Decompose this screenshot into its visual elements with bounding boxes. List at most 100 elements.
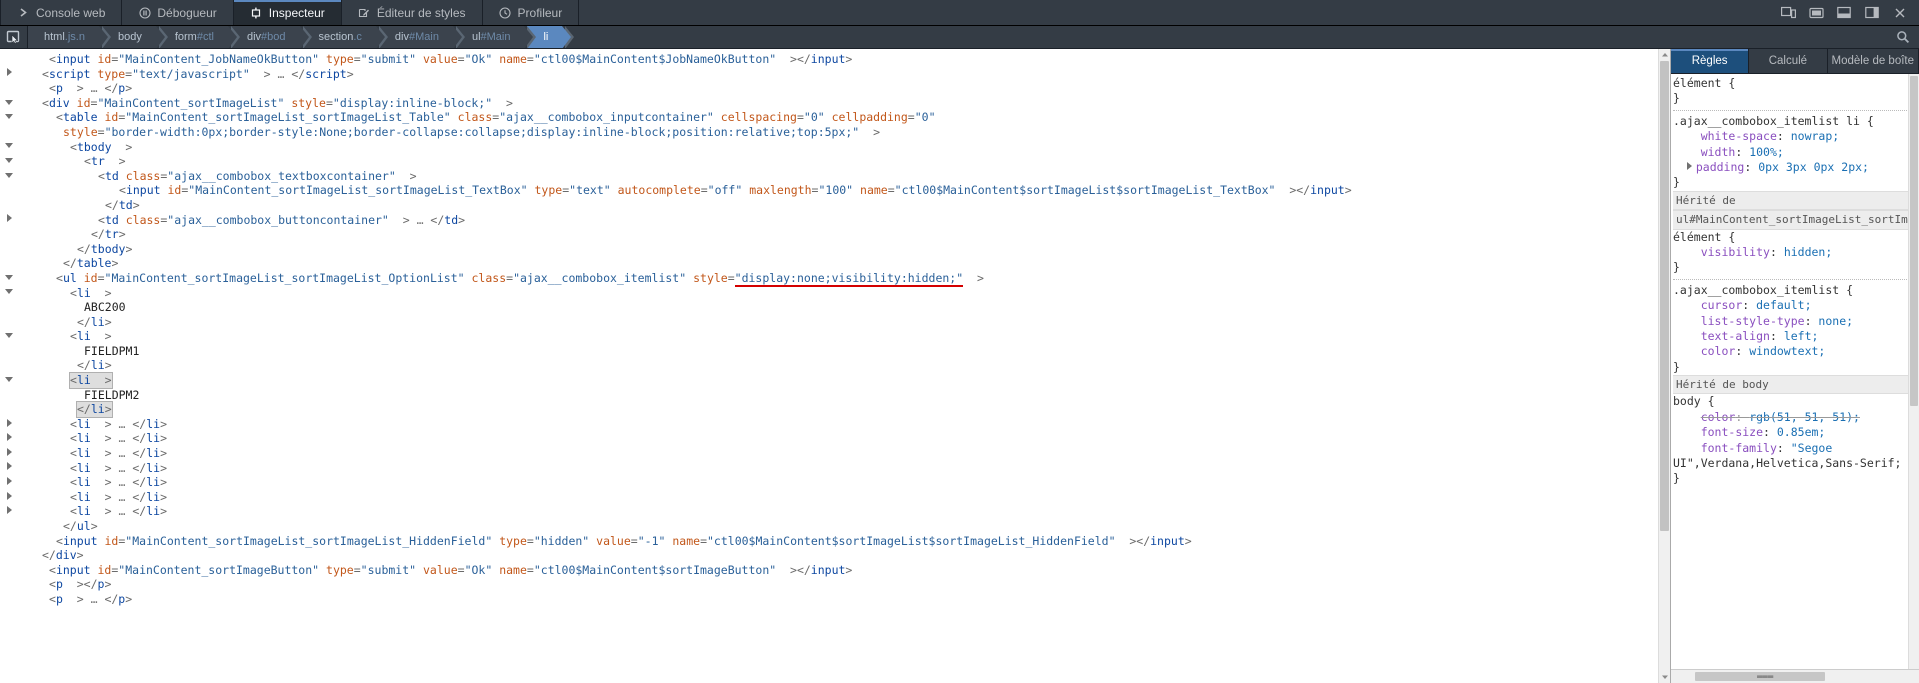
markup-line[interactable]: <input id="MainContent_sortImageButton" …	[0, 563, 1670, 578]
markup-line[interactable]: <li > … </li>	[0, 446, 1670, 461]
markup-line[interactable]: <li > … </li>	[0, 490, 1670, 505]
rules-view[interactable]: élément {} .ajax__combobox_itemlist li { …	[1671, 74, 1919, 669]
css-declaration[interactable]: color: rgb(51, 51, 51);	[1673, 410, 1919, 425]
split-console-icon[interactable]	[1831, 2, 1857, 24]
breadcrumb-item-html[interactable]: html .js.n	[28, 26, 111, 48]
twisty-expand-icon[interactable]	[4, 462, 14, 473]
scroll-down-arrow[interactable]	[1659, 671, 1670, 683]
breadcrumb-item-form[interactable]: form #ctl	[158, 26, 241, 48]
markup-line[interactable]: <li > … </li>	[0, 475, 1670, 490]
breadcrumb-item-ul-main[interactable]: ul #Main	[455, 26, 536, 48]
twisty-collapse-icon[interactable]	[4, 288, 14, 297]
markup-line[interactable]: <table id = "MainContent_sortImageList_sor…	[0, 110, 1670, 125]
search-icon[interactable]	[1891, 27, 1915, 47]
node-picker-icon[interactable]	[0, 26, 28, 48]
markup-vertical-scrollbar[interactable]	[1658, 49, 1670, 683]
breadcrumb-item-div-body[interactable]: div #bod	[230, 26, 311, 48]
markup-line[interactable]: <div id = "MainContent_sortImageList" styl…	[0, 96, 1670, 111]
markup-line[interactable]: </ul>	[0, 519, 1670, 534]
markup-line[interactable]: <tbody >	[0, 140, 1670, 155]
breadcrumb-item-section[interactable]: section .c	[302, 26, 389, 48]
rules-horizontal-scrollbar[interactable]: ▬▬▬	[1671, 669, 1919, 683]
markup-line[interactable]: <td class="ajax__combobox_buttoncontaine…	[0, 213, 1670, 228]
twisty-expand-icon[interactable]	[4, 447, 14, 459]
twisty-expand-icon[interactable]	[4, 506, 14, 517]
token-tag: p	[55, 577, 63, 592]
css-declaration[interactable]: padding: 0px 3px 0px 2px;	[1673, 160, 1919, 175]
tab-debogueur[interactable]: Débogueur	[122, 0, 234, 25]
tab-console-web[interactable]: Console web	[0, 0, 123, 25]
css-declaration[interactable]: cursor: default;	[1673, 298, 1919, 313]
markup-line[interactable]: </td>	[0, 198, 1670, 213]
markup-view[interactable]: <input id="MainContent_JobNameOkButton" …	[0, 49, 1670, 683]
markup-line[interactable]: </table>	[0, 256, 1670, 271]
rules-vertical-scrollbar[interactable]	[1908, 74, 1919, 669]
tab-modele-de-boite[interactable]: Modèle de boîte	[1828, 49, 1919, 73]
css-declaration[interactable]: white-space: nowrap;	[1673, 129, 1919, 144]
css-declaration[interactable]: font-family: "Segoe	[1673, 441, 1919, 456]
css-declaration[interactable]: width: 100%;	[1673, 145, 1919, 160]
markup-line[interactable]: <p ></p>	[0, 577, 1670, 592]
markup-line[interactable]: </li>	[0, 358, 1670, 373]
markup-line[interactable]: <li > … </li>	[0, 431, 1670, 446]
close-icon[interactable]	[1887, 2, 1913, 24]
markup-line[interactable]: <tr >	[0, 154, 1670, 169]
twisty-expand-icon[interactable]	[4, 491, 14, 503]
markup-line[interactable]: <li > … </li>	[0, 504, 1670, 519]
tab-inspecteur[interactable]: Inspecteur	[233, 0, 342, 25]
markup-line[interactable]: <ul id="MainContent_sortImageList_sortIm…	[0, 271, 1670, 286]
markup-line[interactable]: <p > … </p>	[0, 81, 1670, 96]
markup-line[interactable]: </tr>	[0, 227, 1670, 242]
markup-line[interactable]: <li > … </li>	[0, 417, 1670, 432]
twisty-collapse-icon[interactable]	[4, 113, 14, 122]
stopwatch-icon	[499, 6, 512, 19]
markup-line[interactable]: <li >	[0, 372, 1670, 389]
css-declaration[interactable]: list-style-type: none;	[1673, 314, 1919, 329]
dock-options-icon[interactable]	[1859, 2, 1885, 24]
tab-calcule[interactable]: Calculé	[1749, 49, 1828, 73]
markup-line[interactable]: <input id="MainContent_sortImageList_sor…	[0, 534, 1670, 549]
twisty-expand-icon[interactable]	[4, 214, 14, 225]
markup-line[interactable]: </li>	[0, 315, 1670, 330]
rules-scroll-thumb[interactable]	[1910, 76, 1918, 406]
markup-line[interactable]: </tbody>	[0, 242, 1670, 257]
breadcrumb-item-div-main[interactable]: div #Main	[378, 26, 465, 48]
twisty-collapse-icon[interactable]	[4, 99, 14, 108]
markup-line[interactable]: FIELDPM2	[0, 388, 1670, 403]
markup-line[interactable]: <input id="MainContent_JobNameOkButton" …	[0, 52, 1670, 67]
css-declaration[interactable]: visibility: hidden;	[1673, 245, 1919, 260]
twisty-collapse-icon[interactable]	[4, 172, 14, 181]
markup-line[interactable]: style="border-width:0px;border-style:Non…	[0, 125, 1670, 140]
css-declaration[interactable]: font-size: 0.85em;	[1673, 425, 1919, 440]
markup-scroll-thumb[interactable]	[1660, 61, 1669, 531]
markup-line[interactable]: <script type="text/javascript" > … </scr…	[0, 67, 1670, 82]
twisty-collapse-icon[interactable]	[4, 332, 14, 341]
twisty-expand-icon[interactable]	[4, 477, 14, 488]
twisty-collapse-icon[interactable]	[4, 157, 14, 166]
tab-profileur[interactable]: Profileur	[483, 0, 580, 25]
twisty-expand-icon[interactable]	[4, 68, 14, 79]
markup-line[interactable]: <td class="ajax__combobox_textboxcontain…	[0, 169, 1670, 184]
tab-editeur-de-styles[interactable]: Éditeur de styles	[342, 0, 483, 25]
responsive-design-mode-icon[interactable]	[1775, 2, 1801, 24]
twisty-collapse-icon[interactable]	[4, 142, 14, 151]
markup-line[interactable]: <p > … </p>	[0, 592, 1670, 607]
css-declaration[interactable]: text-align: left;	[1673, 329, 1919, 344]
markup-line[interactable]: <li >	[0, 286, 1670, 301]
scroll-up-arrow[interactable]	[1659, 49, 1670, 61]
markup-line[interactable]: <input id="MainContent_sortImageList_sor…	[0, 183, 1670, 198]
css-declaration[interactable]: color: windowtext;	[1673, 344, 1919, 359]
twisty-expand-icon[interactable]	[4, 418, 14, 430]
markup-line[interactable]: FIELDPM1	[0, 344, 1670, 359]
markup-line[interactable]: ABC200	[0, 300, 1670, 315]
twisty-collapse-icon[interactable]	[4, 376, 14, 385]
screenshot-icon[interactable]	[1803, 2, 1829, 24]
twisty-collapse-icon[interactable]	[4, 274, 14, 283]
markup-line[interactable]: <li >	[0, 329, 1670, 344]
twisty-expand-icon[interactable]	[4, 433, 14, 444]
markup-line[interactable]: </li>	[0, 401, 1670, 418]
tab-regles[interactable]: Règles	[1671, 49, 1750, 73]
markup-line[interactable]: <li > … </li>	[0, 461, 1670, 476]
markup-line[interactable]: </div>	[0, 548, 1670, 563]
twisty-expand-icon[interactable]	[1686, 161, 1692, 170]
